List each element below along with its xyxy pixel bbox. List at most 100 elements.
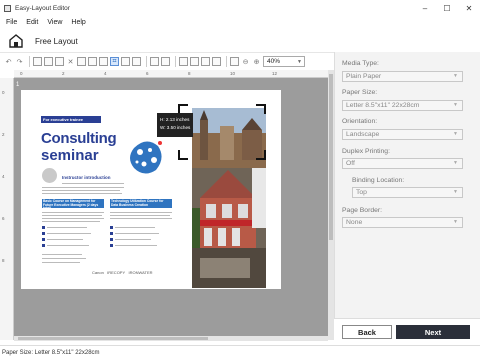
brochure-title-1: Consulting xyxy=(41,130,117,147)
chevron-down-icon: ▼ xyxy=(297,58,302,65)
brochure-graphic xyxy=(130,141,162,174)
fit-page-icon[interactable] xyxy=(150,57,159,66)
undo-icon[interactable]: ↶ xyxy=(4,57,13,66)
ruler-mark: 2 xyxy=(2,132,5,137)
tooltip-width: W: 3.50 inches xyxy=(160,125,191,130)
fill-page-icon[interactable] xyxy=(161,57,170,66)
settings-panel: Media Type: Plain Paper ▼ Paper Size: Le… xyxy=(334,52,480,345)
vertical-ruler: 0 2 4 6 8 xyxy=(0,78,14,340)
ruler-mark: 8 xyxy=(188,71,191,76)
delete-icon[interactable]: ✕ xyxy=(66,57,75,66)
app-icon xyxy=(4,4,11,12)
course-box-1: Basic Course on Management for Future Ex… xyxy=(42,199,104,210)
orientation-label: Orientation: xyxy=(342,118,378,125)
chevron-down-icon: ▼ xyxy=(453,160,458,166)
paper-size-select[interactable]: Letter 8.5"x11" 22x28cm ▼ xyxy=(342,100,463,111)
chevron-down-icon: ▼ xyxy=(453,189,458,195)
ruler-mark: 0 xyxy=(20,71,23,76)
toolbar: ↶ ↷ ✕ ⌗ ⊖ ⊕ 40% ▼ xyxy=(0,52,334,70)
media-type-select[interactable]: Plain Paper ▼ xyxy=(342,71,463,82)
zoom-value: 40% xyxy=(267,58,281,65)
duplex-value: Off xyxy=(346,160,355,167)
sponsor-logo: Canon xyxy=(92,270,104,275)
duplex-label: Duplex Printing: xyxy=(342,148,390,155)
menu-help[interactable]: Help xyxy=(71,19,85,26)
instructor-avatar xyxy=(42,168,57,183)
status-bar: Paper Size: Letter 8.5"x11" 22x28cm xyxy=(0,345,480,360)
size-tooltip: H: 2.13 inches W: 3.50 inches xyxy=(157,113,193,137)
chevron-down-icon: ▼ xyxy=(453,102,458,108)
zoom-in-icon[interactable]: ⊕ xyxy=(252,57,261,66)
title-bar: Easy-Layout Editor – ☐ ✕ xyxy=(0,0,480,16)
chevron-down-icon: ▼ xyxy=(453,219,458,225)
binding-label: Binding Location: xyxy=(352,177,405,184)
brochure-tag: For executive trainee xyxy=(41,116,101,123)
arrange-back-icon[interactable] xyxy=(190,57,199,66)
home-icon[interactable] xyxy=(9,34,23,48)
resize-icon[interactable] xyxy=(121,57,130,66)
layout-mode-label: Free Layout xyxy=(35,36,78,46)
ruler-mark: 4 xyxy=(2,174,5,179)
instructor-heading: Instructor introduction xyxy=(62,175,111,180)
menu-bar: File Edit View Help xyxy=(0,16,480,28)
maximize-button[interactable]: ☐ xyxy=(436,0,458,16)
ruler-mark: 10 xyxy=(230,71,236,76)
page-number: 1 xyxy=(16,82,20,88)
brochure-title-2: seminar xyxy=(41,147,99,164)
duplex-select[interactable]: Off ▼ xyxy=(342,158,463,169)
window-title: Easy-Layout Editor xyxy=(15,4,70,12)
paste-icon[interactable] xyxy=(55,57,64,66)
close-button[interactable]: ✕ xyxy=(458,0,480,16)
page-border-value: None xyxy=(346,219,363,226)
fit-icon[interactable] xyxy=(132,57,141,66)
binding-value: Top xyxy=(356,189,367,196)
rotate-right-icon[interactable] xyxy=(88,57,97,66)
zoom-out-icon[interactable]: ⊖ xyxy=(241,57,250,66)
page-icon[interactable] xyxy=(33,57,42,66)
paper-size-label: Paper Size: xyxy=(342,89,378,96)
minimize-button[interactable]: – xyxy=(414,0,436,16)
chevron-down-icon: ▼ xyxy=(453,73,458,79)
flip-icon[interactable] xyxy=(99,57,108,66)
menu-edit[interactable]: Edit xyxy=(26,19,38,26)
back-button[interactable]: Back xyxy=(342,325,392,339)
next-button[interactable]: Next xyxy=(396,325,470,339)
menu-file[interactable]: File xyxy=(6,19,17,26)
layout-canvas[interactable]: 1 For executive trainee Consulting semin… xyxy=(14,78,328,340)
header: Free Layout xyxy=(0,30,480,52)
menu-view[interactable]: View xyxy=(47,19,62,26)
arrange-backward-icon[interactable] xyxy=(212,57,221,66)
sponsor-logo: IRECOPY xyxy=(107,270,126,275)
arrange-front-icon[interactable] xyxy=(179,57,188,66)
tooltip-height: H: 2.13 inches xyxy=(160,117,190,122)
media-type-value: Plain Paper xyxy=(346,73,382,80)
horizontal-scrollbar[interactable] xyxy=(14,336,328,341)
grid-icon[interactable] xyxy=(230,57,239,66)
ruler-mark: 6 xyxy=(2,216,5,221)
copy-icon[interactable] xyxy=(44,57,53,66)
horizontal-ruler: 0 2 4 6 8 10 12 xyxy=(14,70,328,78)
page[interactable]: For executive trainee Consulting seminar… xyxy=(21,90,281,289)
crop-icon[interactable]: ⌗ xyxy=(110,57,119,66)
ruler-mark: 2 xyxy=(62,71,65,76)
media-type-label: Media Type: xyxy=(342,60,379,67)
arrange-forward-icon[interactable] xyxy=(201,57,210,66)
ruler-mark: 6 xyxy=(146,71,149,76)
rotate-left-icon[interactable] xyxy=(77,57,86,66)
zoom-select[interactable]: 40% ▼ xyxy=(263,56,305,67)
redo-icon[interactable]: ↷ xyxy=(15,57,24,66)
ruler-mark: 0 xyxy=(2,90,5,95)
course-box-2: Technology Utilization Course for Data B… xyxy=(110,199,172,208)
sponsor-logo: IRONWATER xyxy=(128,270,153,275)
navigation-bar: Back Next xyxy=(334,318,480,345)
page-border-select[interactable]: None ▼ xyxy=(342,217,463,228)
binding-select[interactable]: Top ▼ xyxy=(352,187,463,198)
orientation-value: Landscape xyxy=(346,131,380,138)
ruler-mark: 12 xyxy=(272,71,278,76)
sponsor-logos: Canon IRECOPY IRONWATER xyxy=(92,270,153,275)
chevron-down-icon: ▼ xyxy=(453,131,458,137)
orientation-select[interactable]: Landscape ▼ xyxy=(342,129,463,140)
ruler-mark: 4 xyxy=(104,71,107,76)
ruler-mark: 8 xyxy=(2,258,5,263)
page-border-label: Page Border: xyxy=(342,207,383,214)
